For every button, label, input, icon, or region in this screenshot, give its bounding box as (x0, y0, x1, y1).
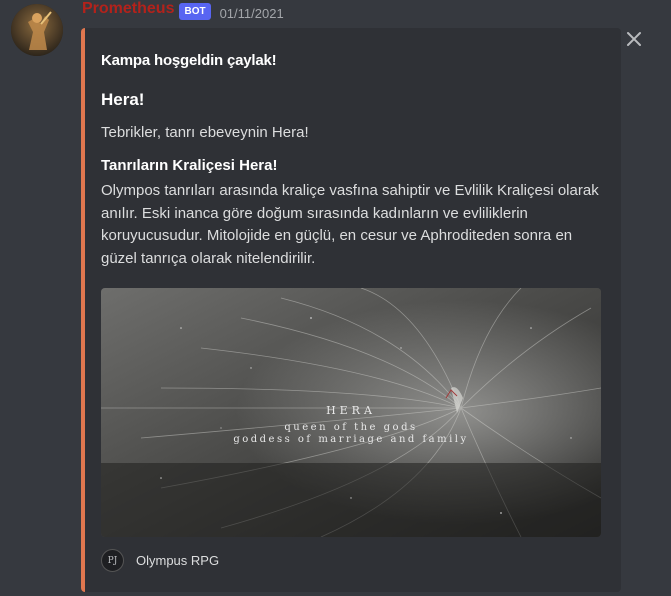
image-subtitle: goddess of marriage and family (233, 434, 469, 445)
embed-image[interactable]: HERA queen of the gods goddess of marria… (101, 288, 601, 537)
embed-title: Hera! (101, 90, 145, 109)
message-header: Prometheus BOT 01/11/2021 (82, 0, 284, 24)
image-subtitle: queen of the gods (284, 422, 418, 433)
embed-footer: PJ Olympus RPG (101, 549, 219, 572)
bot-badge: BOT (179, 2, 211, 20)
footer-text: Olympus RPG (136, 553, 220, 568)
image-title: HERA (326, 404, 376, 417)
timestamp: 01/11/2021 (219, 5, 284, 21)
close-icon[interactable] (625, 30, 643, 48)
embed: Kampa hoşgeldin çaylak! Hera! Tebrikler,… (81, 28, 621, 592)
embed-author: Kampa hoşgeldin çaylak! (101, 52, 277, 69)
embed-description: Tebrikler, tanrı ebeveynin Hera! (101, 124, 309, 141)
embed-field-value: Olympos tanrıları arasında kraliçe vasfı… (101, 182, 599, 267)
avatar[interactable] (11, 4, 63, 56)
embed-field-name: Tanrıların Kraliçesi Hera! (101, 157, 278, 174)
username[interactable]: Prometheus (82, 0, 174, 18)
chat-message: Prometheus BOT 01/11/2021 Kampa hoşgeldi… (0, 0, 671, 596)
footer-icon: PJ (101, 549, 124, 572)
